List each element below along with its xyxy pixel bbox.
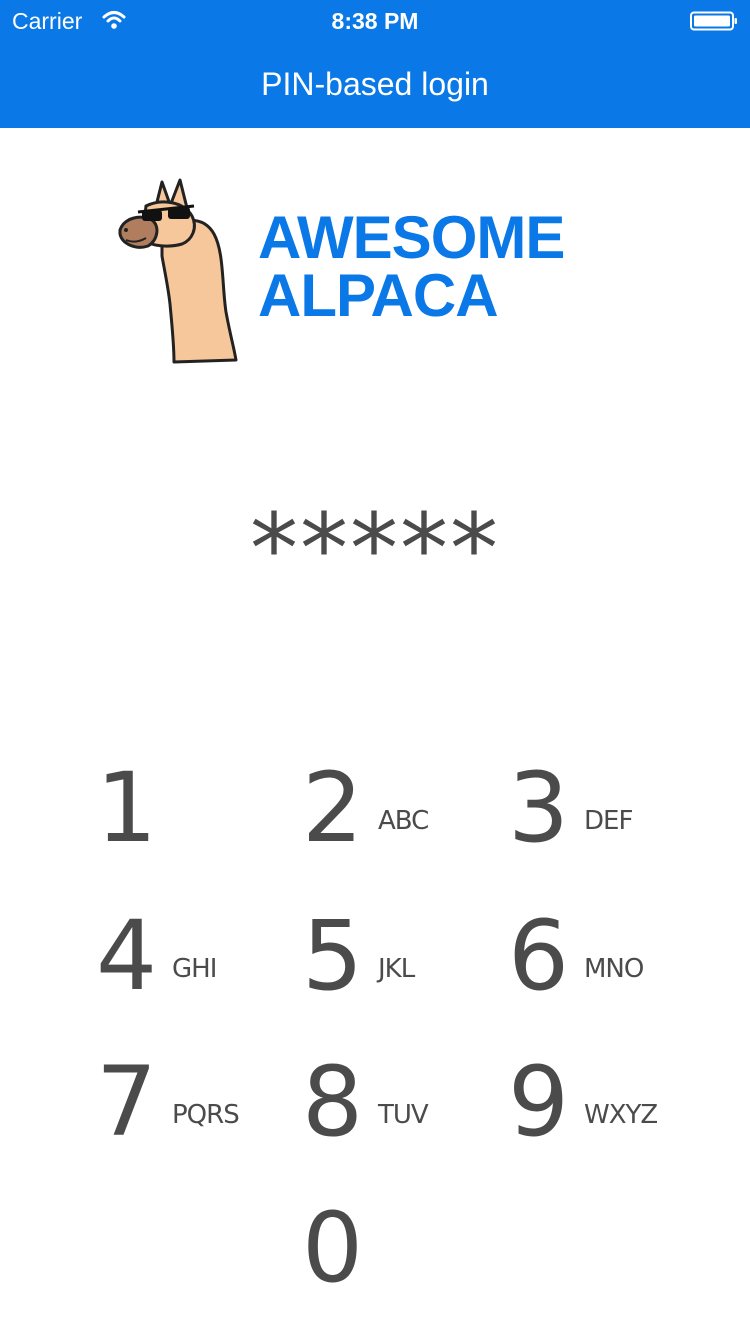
key-0[interactable]: 0 [302, 1198, 492, 1308]
logo-line-1: AWESOME [258, 204, 565, 271]
key-digit: 0 [302, 1192, 364, 1304]
status-time: 8:38 PM [331, 8, 419, 34]
key-digit: 8 [302, 1046, 364, 1158]
logo-line-2: ALPACA [258, 262, 499, 329]
key-4[interactable]: 4 GHI [96, 906, 286, 1016]
key-letters: JKL [378, 954, 415, 984]
app-header: Carrier 8:38 PM PIN-based login [0, 0, 750, 128]
key-digit: 1 [96, 752, 158, 864]
key-digit: 4 [96, 900, 158, 1012]
key-9[interactable]: 9 WXYZ [508, 1052, 698, 1162]
page-title: PIN-based login [261, 66, 489, 102]
key-6[interactable]: 6 MNO [508, 906, 698, 1016]
key-letters: DEF [584, 806, 633, 836]
key-letters: PQRS [172, 1100, 240, 1130]
key-1[interactable]: 1 [96, 758, 286, 868]
key-digit: 7 [96, 1046, 158, 1158]
key-letters: MNO [584, 954, 644, 984]
key-letters: GHI [172, 954, 217, 984]
pin-display: ***** [250, 493, 500, 605]
key-5[interactable]: 5 JKL [302, 906, 492, 1016]
key-letters: TUV [378, 1100, 429, 1130]
key-letters: ABC [378, 806, 429, 836]
key-letters: WXYZ [584, 1100, 658, 1130]
key-8[interactable]: 8 TUV [302, 1052, 492, 1162]
battery-icon [690, 11, 737, 31]
key-7[interactable]: 7 PQRS [96, 1052, 286, 1162]
key-digit: 9 [508, 1046, 570, 1158]
key-3[interactable]: 3 DEF [508, 758, 698, 868]
key-digit: 2 [302, 752, 364, 864]
key-digit: 5 [302, 900, 364, 1012]
key-digit: 3 [508, 752, 570, 864]
logo-wordmark: AWESOME ALPACA [258, 204, 638, 329]
key-2[interactable]: 2 ABC [302, 758, 492, 868]
key-digit: 6 [508, 900, 570, 1012]
